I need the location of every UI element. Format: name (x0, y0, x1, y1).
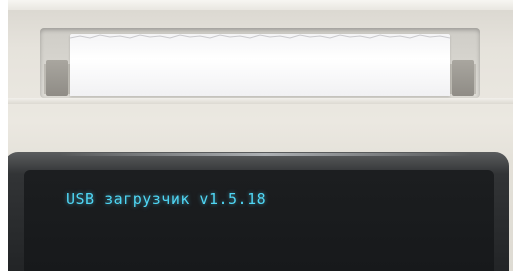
printer-top-rim (8, 0, 513, 10)
housing-ledge (8, 98, 513, 104)
printer-scene: USB загрузчик v1.5.18 (0, 0, 513, 271)
receipt-paper-torn-edge (70, 32, 450, 40)
receipt-paper (70, 34, 450, 96)
paper-latch-left (46, 60, 68, 96)
bezel-highlight (60, 153, 470, 156)
lcd-status-text: USB загрузчик v1.5.18 (66, 190, 267, 208)
lcd-screen (24, 170, 494, 271)
paper-latch-right (452, 60, 474, 96)
frame-left-strip (0, 0, 8, 271)
